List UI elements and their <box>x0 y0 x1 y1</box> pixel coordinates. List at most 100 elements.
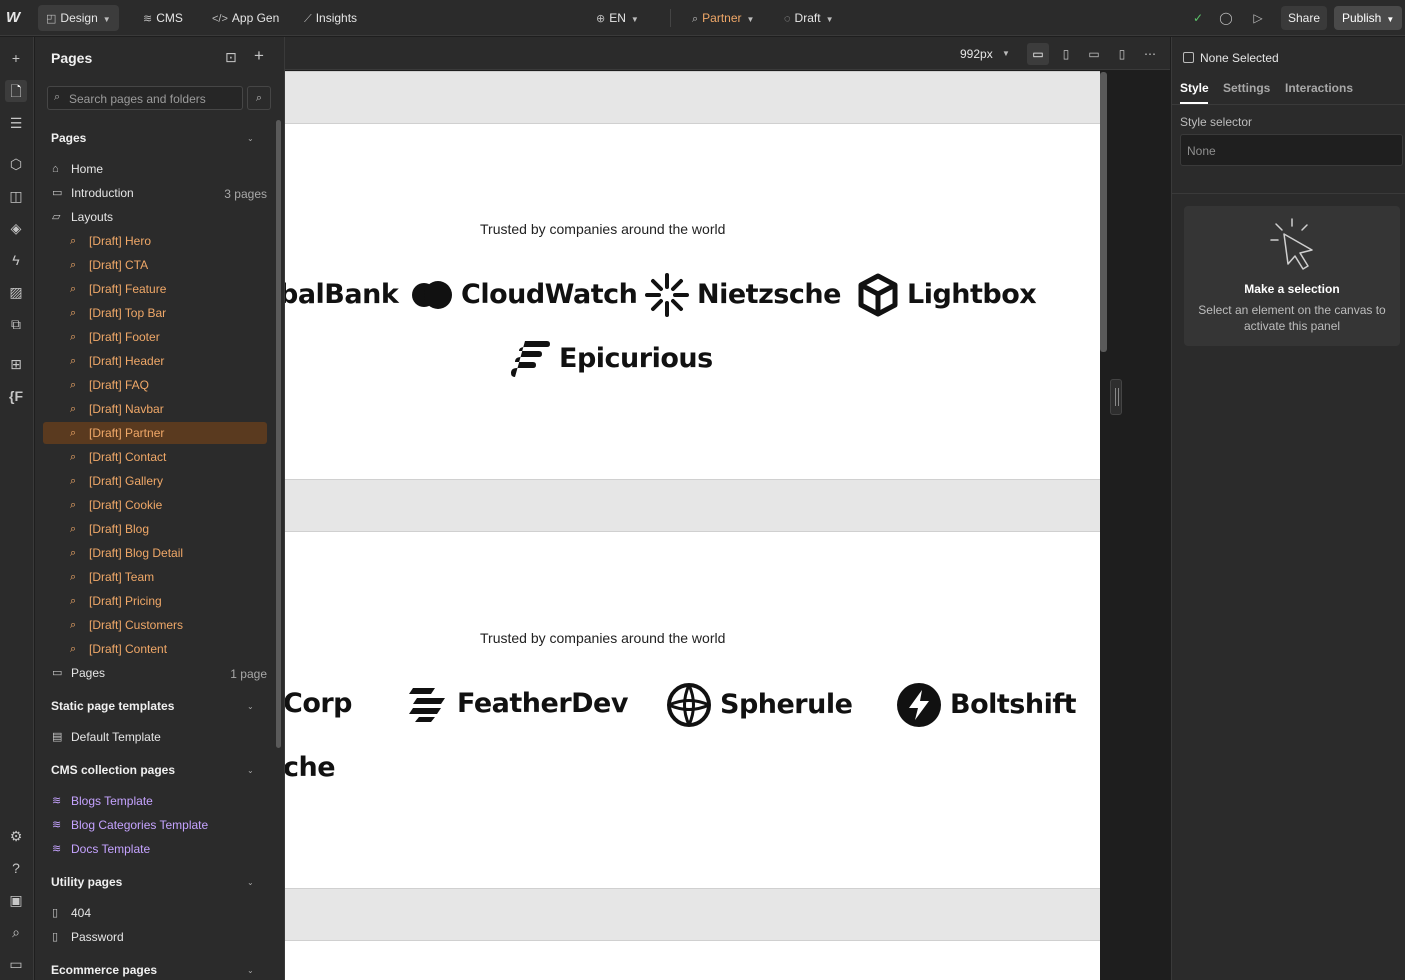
cms-button[interactable]: ≋ CMS <box>135 5 191 31</box>
logo-cloudwatch[interactable]: CloudWatch <box>409 273 638 317</box>
folder-row-layouts[interactable]: ▱ Layouts <box>43 206 267 228</box>
section-static-templates-heading[interactable]: Static page templates <box>51 699 174 713</box>
selection-checkbox[interactable] <box>1183 52 1194 63</box>
page-row-blog-categories-template[interactable]: ≋ Blog Categories Template <box>43 814 267 836</box>
section-ecommerce-pages-heading[interactable]: Ecommerce pages <box>51 963 157 977</box>
design-mode-button[interactable]: ◰ Design ▼ <box>38 5 119 31</box>
page-selector[interactable]: ⌕ Partner ▼ <box>684 5 762 31</box>
partner-section-heading[interactable]: Trusted by companies around the world <box>480 630 725 646</box>
canvas-resize-handle[interactable] <box>1110 379 1122 415</box>
logo-lightbox[interactable]: Lightbox <box>857 273 1037 317</box>
page-row-draft-gallery[interactable]: ⌕ [Draft] Gallery <box>43 470 267 492</box>
chevron-down-icon[interactable]: ▼ <box>1002 49 1010 58</box>
logo-globalbank[interactable]: balBank <box>285 273 399 317</box>
page-row-404[interactable]: ▯ 404 <box>43 902 267 924</box>
page-row-draft-header[interactable]: ⌕ [Draft] Header <box>43 350 267 372</box>
add-page-icon[interactable]: + <box>254 46 264 66</box>
page-row-blogs-template[interactable]: ≋ Blogs Template <box>43 790 267 812</box>
stop-square-icon[interactable]: ▣ <box>5 889 27 911</box>
style-selector-input[interactable]: None <box>1180 134 1403 166</box>
page-row-draft-hero[interactable]: ⌕ [Draft] Hero <box>43 230 267 252</box>
chevron-down-icon[interactable]: ⌄ <box>247 702 254 711</box>
page-row-draft-top-bar[interactable]: ⌕ [Draft] Top Bar <box>43 302 267 324</box>
page-row-draft-cookie[interactable]: ⌕ [Draft] Cookie <box>43 494 267 516</box>
tablet-breakpoint-icon[interactable]: ▯ <box>1055 43 1077 65</box>
comment-icon[interactable]: ◯ <box>1216 8 1236 28</box>
pages-icon[interactable]: 🗋 <box>5 80 27 102</box>
search-filter-button[interactable]: ⌕ <box>247 86 271 110</box>
mobile-landscape-icon[interactable]: ▭ <box>1083 43 1105 65</box>
page-row-draft-content[interactable]: ⌕ [Draft] Content <box>43 638 267 660</box>
font-icon[interactable]: {F <box>5 385 27 407</box>
app-gen-button[interactable]: </> App Gen <box>204 5 287 31</box>
page-row-draft-customers[interactable]: ⌕ [Draft] Customers <box>43 614 267 636</box>
preview-play-icon[interactable]: ▷ <box>1248 8 1268 28</box>
chevron-down-icon[interactable]: ⌄ <box>247 134 254 143</box>
chevron-down-icon[interactable]: ⌄ <box>247 878 254 887</box>
section-cms-pages-heading[interactable]: CMS collection pages <box>51 763 175 777</box>
apps-grid-icon[interactable]: ⊞ <box>5 353 27 375</box>
navigator-icon[interactable]: ☰ <box>5 112 27 134</box>
chevron-down-icon[interactable]: ⌄ <box>247 766 254 775</box>
logo-epicurious[interactable]: Epicurious <box>509 337 713 381</box>
page-row-draft-partner[interactable]: ⌕ [Draft] Partner <box>43 422 267 444</box>
logo-nietzsche-partial[interactable]: che <box>285 746 336 790</box>
components-cube-icon[interactable]: ⬡ <box>5 153 27 175</box>
chevron-down-icon: ▼ <box>1386 15 1395 24</box>
page-row-draft-blog-detail[interactable]: ⌕ [Draft] Blog Detail <box>43 542 267 564</box>
new-folder-icon[interactable]: ⊡ <box>225 49 237 66</box>
folder-row-pages[interactable]: ▭ Pages 1 page <box>43 662 267 684</box>
desktop-breakpoint-icon[interactable]: ▭ <box>1027 43 1049 65</box>
tab-style[interactable]: Style <box>1180 81 1209 95</box>
variables-drops-icon[interactable]: ◈ <box>5 217 27 239</box>
check-icon[interactable]: ✓ <box>1188 8 1208 28</box>
page-row-password[interactable]: ▯ Password <box>43 926 267 948</box>
pages-scrollbar[interactable] <box>276 120 281 748</box>
book-icon[interactable]: ⧉ <box>5 313 27 335</box>
page-row-draft-faq[interactable]: ⌕ [Draft] FAQ <box>43 374 267 396</box>
partner-section-heading[interactable]: Trusted by companies around the world <box>480 221 725 237</box>
draft-status-selector[interactable]: ◌ Draft ▼ <box>776 5 841 31</box>
search-icon[interactable]: ⌕ <box>5 921 27 943</box>
share-button[interactable]: Share <box>1281 6 1328 30</box>
page-row-draft-feature[interactable]: ⌕ [Draft] Feature <box>43 278 267 300</box>
section-utility-pages-heading[interactable]: Utility pages <box>51 875 122 889</box>
logo-spherule[interactable]: Spherule <box>666 682 853 727</box>
page-row-draft-contact[interactable]: ⌕ [Draft] Contact <box>43 446 267 468</box>
design-canvas[interactable]: Trusted by companies around the world ba… <box>285 71 1100 980</box>
page-row-draft-blog[interactable]: ⌕ [Draft] Blog <box>43 518 267 540</box>
search-pages-input[interactable]: ⌕ Search pages and folders <box>47 86 243 110</box>
page-row-draft-navbar[interactable]: ⌕ [Draft] Navbar <box>43 398 267 420</box>
chevron-down-icon[interactable]: ⌄ <box>247 966 254 975</box>
page-row-default-template[interactable]: ▤ Default Template <box>43 726 267 748</box>
page-row-draft-team[interactable]: ⌕ [Draft] Team <box>43 566 267 588</box>
style-guide-icon[interactable]: ◫ <box>5 185 27 207</box>
webflow-logo-icon[interactable]: W <box>6 9 26 27</box>
interactions-bolt-icon[interactable]: ϟ <box>5 249 27 271</box>
tab-settings[interactable]: Settings <box>1223 81 1270 95</box>
page-row-docs-template[interactable]: ≋ Docs Template <box>43 838 267 860</box>
breakpoint-width[interactable]: 992px <box>960 47 993 61</box>
page-row-draft-footer[interactable]: ⌕ [Draft] Footer <box>43 326 267 348</box>
settings-gear-icon[interactable]: ⚙ <box>5 825 27 847</box>
publish-button[interactable]: Publish ▼ <box>1334 6 1403 30</box>
assets-image-icon[interactable]: ▨ <box>5 281 27 303</box>
page-row-home[interactable]: ⌂ Home <box>43 158 267 180</box>
add-elements-icon[interactable]: + <box>5 47 27 69</box>
help-icon[interactable]: ? <box>5 857 27 879</box>
page-row-draft-pricing[interactable]: ⌕ [Draft] Pricing <box>43 590 267 612</box>
logo-featherdev[interactable]: FeatherDev <box>405 682 628 726</box>
logo-boltshift[interactable]: Boltshift <box>896 682 1077 727</box>
locale-selector[interactable]: ⊕ EN ▼ <box>588 5 647 31</box>
tab-interactions[interactable]: Interactions <box>1285 81 1353 95</box>
more-options-icon[interactable]: ⋯ <box>1139 43 1161 65</box>
logo-corp[interactable]: Corp <box>285 682 353 726</box>
canvas-scrollbar[interactable] <box>1100 72 1107 352</box>
folder-row-introduction[interactable]: ▭ Introduction 3 pages <box>43 182 267 204</box>
mobile-portrait-icon[interactable]: ▯ <box>1111 43 1133 65</box>
video-icon[interactable]: ▭ <box>5 953 27 975</box>
logo-nietzsche[interactable]: Nietzsche <box>645 273 841 317</box>
section-pages-heading[interactable]: Pages <box>51 131 86 145</box>
insights-button[interactable]: ⟋ Insights <box>296 5 365 31</box>
page-row-draft-cta[interactable]: ⌕ [Draft] CTA <box>43 254 267 276</box>
